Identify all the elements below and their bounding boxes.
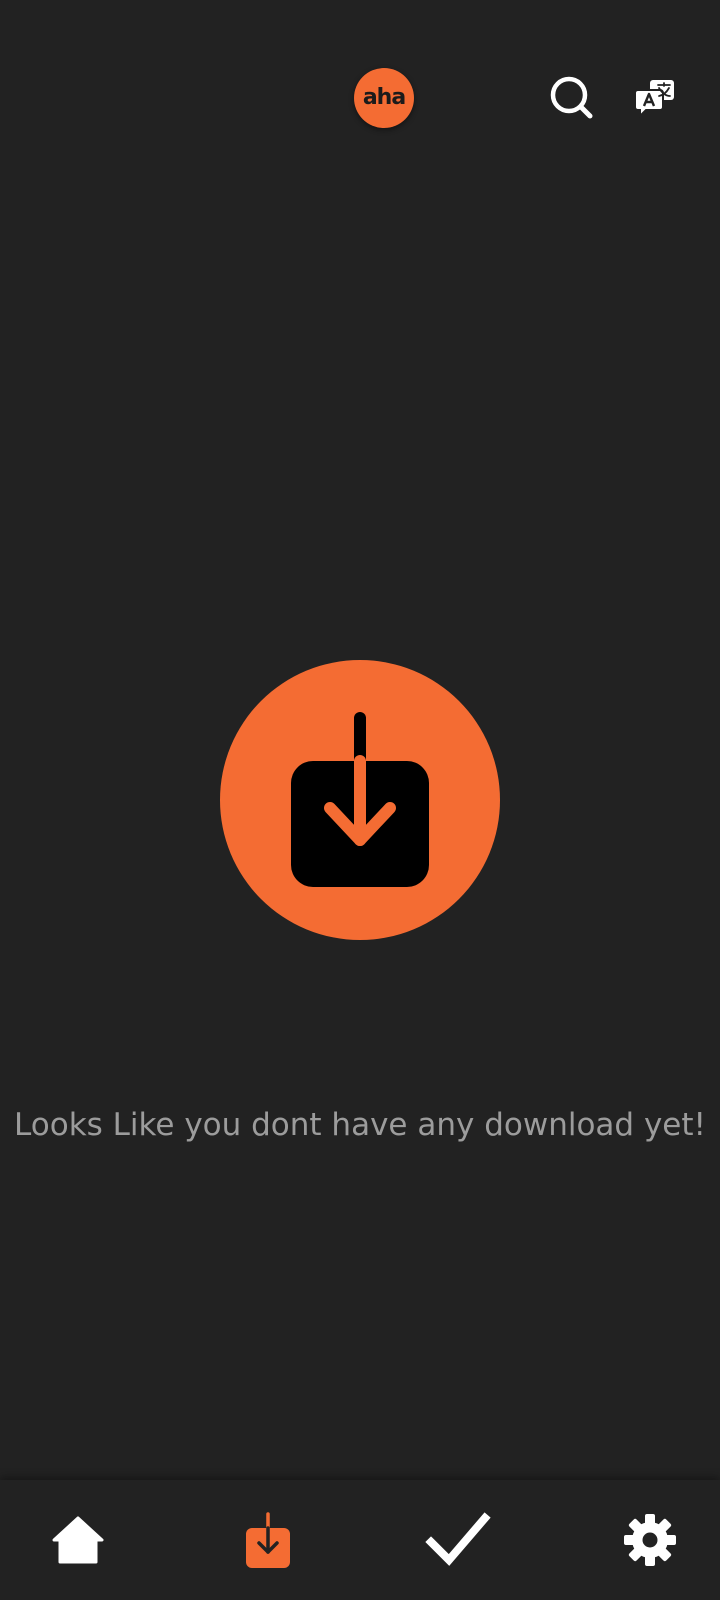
translate-icon bbox=[634, 80, 674, 119]
empty-state-message: Looks Like you dont have any download ye… bbox=[14, 1107, 706, 1143]
language-button[interactable] bbox=[634, 76, 678, 120]
download-icon bbox=[291, 712, 429, 887]
download-icon bbox=[246, 1512, 290, 1568]
checkmark-icon bbox=[425, 1512, 491, 1566]
nav-watched[interactable] bbox=[398, 1480, 518, 1600]
logo-text: aha bbox=[362, 84, 406, 110]
aha-logo[interactable]: aha bbox=[354, 68, 414, 128]
nav-downloads[interactable] bbox=[208, 1480, 328, 1600]
nav-home[interactable] bbox=[18, 1480, 138, 1600]
nav-settings[interactable] bbox=[590, 1480, 710, 1600]
bottom-navigation bbox=[0, 1480, 720, 1600]
gear-icon bbox=[624, 1514, 676, 1566]
empty-downloads-illustration bbox=[220, 660, 500, 940]
top-bar: aha bbox=[0, 0, 720, 200]
home-icon bbox=[52, 1516, 104, 1564]
search-icon bbox=[550, 76, 593, 119]
search-button[interactable] bbox=[548, 74, 596, 122]
